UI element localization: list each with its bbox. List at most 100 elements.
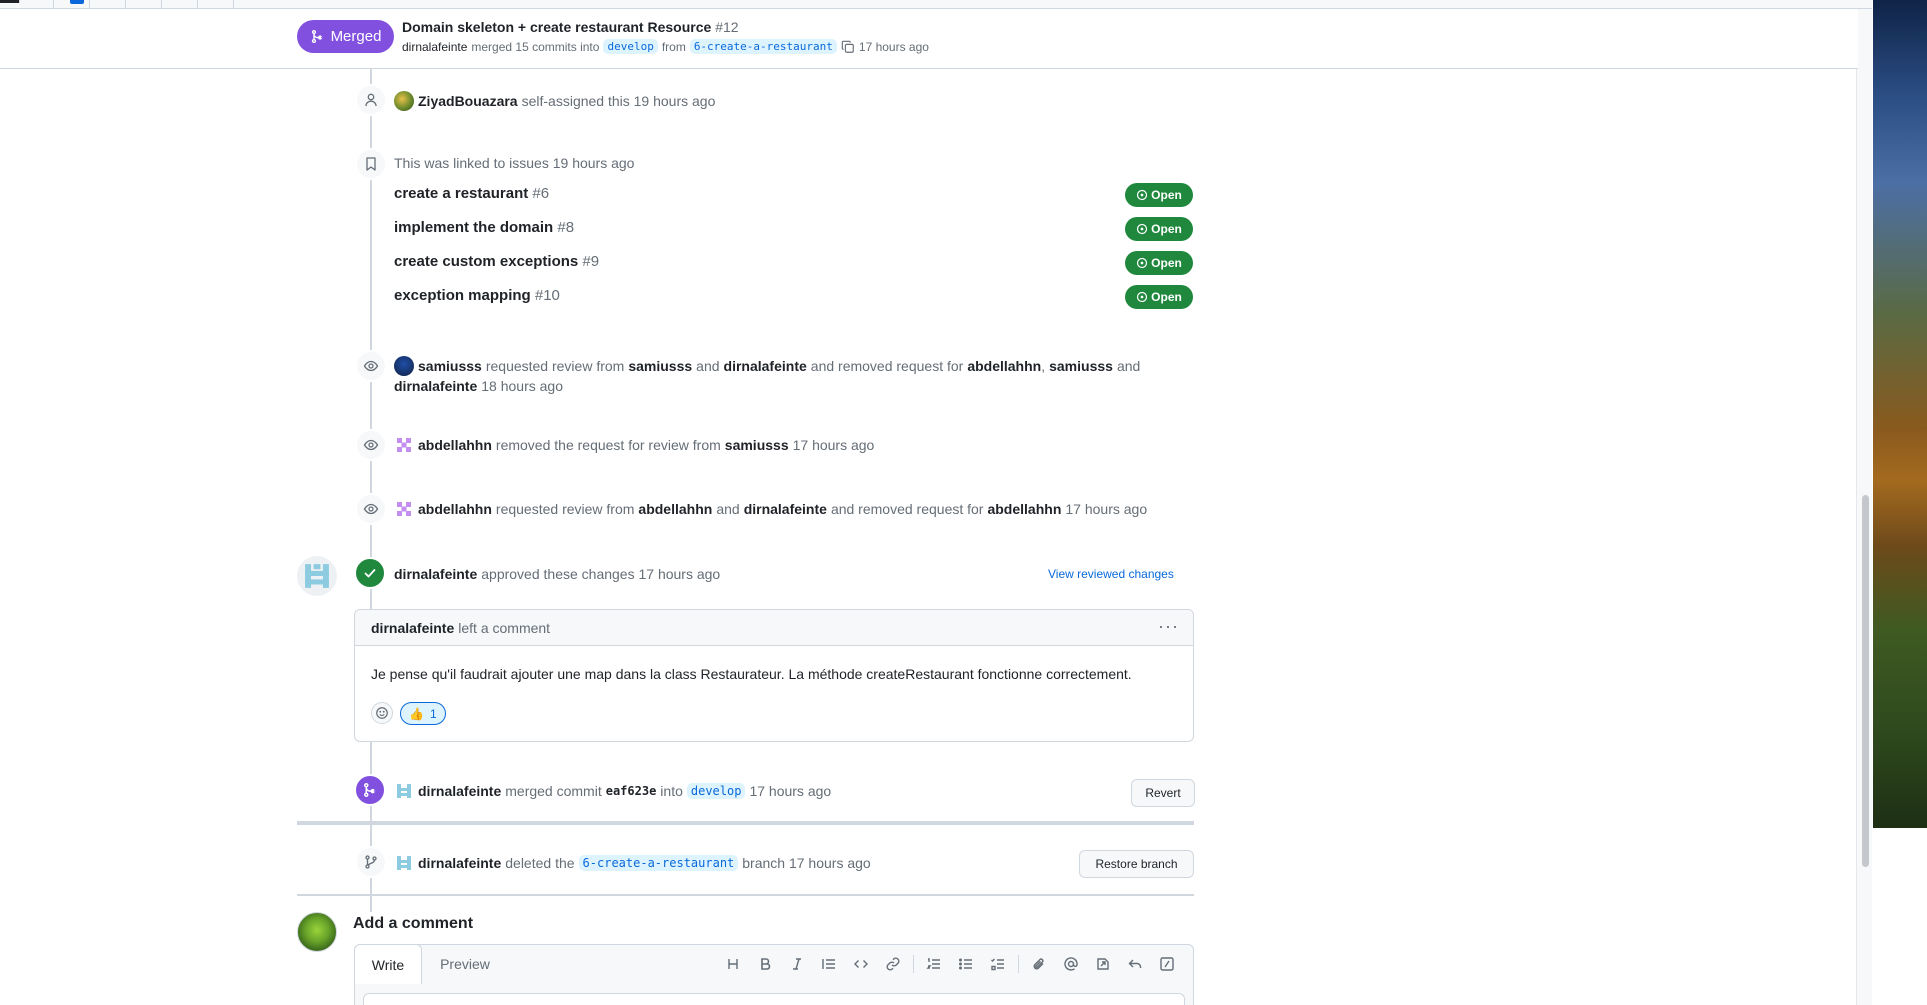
copy-icon[interactable] — [841, 40, 855, 54]
slash-command-icon[interactable] — [1151, 954, 1183, 974]
task-list-icon[interactable] — [982, 954, 1014, 974]
italic-icon[interactable] — [781, 954, 813, 974]
issue-open-icon — [1137, 189, 1148, 201]
user-link[interactable]: dirnalafeinte — [724, 358, 807, 374]
browser-tab-active[interactable] — [60, 0, 90, 8]
avatar[interactable] — [297, 912, 337, 952]
browser-tab[interactable] — [96, 0, 126, 8]
bold-icon[interactable] — [749, 954, 781, 974]
user-link[interactable]: samiusss — [628, 358, 692, 374]
heading-icon[interactable] — [717, 954, 749, 974]
merged-status-label: Merged — [330, 28, 382, 45]
avatar[interactable] — [394, 435, 414, 455]
restore-branch-button[interactable]: Restore branch — [1079, 850, 1194, 878]
event-review-request: abdellahhn requested review from abdella… — [394, 499, 1147, 519]
browser-tab[interactable] — [168, 0, 198, 8]
revert-button[interactable]: Revert — [1131, 779, 1195, 807]
git-merge-icon — [311, 29, 322, 44]
quote-icon[interactable] — [813, 954, 845, 974]
issue-title[interactable]: implement the domain — [394, 219, 553, 236]
pr-title-text: Domain skeleton + create restaurant Reso… — [402, 19, 712, 35]
commit-sha-link[interactable]: eaf623e — [606, 784, 657, 798]
avatar[interactable] — [394, 853, 414, 873]
pr-author-link[interactable]: dirnalafeinte — [402, 40, 467, 54]
ordered-list-icon[interactable] — [918, 954, 950, 974]
linked-issue[interactable]: implement the domain #8 — [394, 219, 574, 236]
eye-icon-badge — [355, 350, 387, 382]
issue-title[interactable]: create a restaurant — [394, 185, 528, 202]
scrollbar-thumb[interactable] — [1862, 495, 1869, 867]
bookmark-icon — [366, 157, 376, 171]
event-text: and — [696, 358, 720, 374]
actor-link[interactable]: dirnalafeinte — [371, 620, 454, 636]
user-link[interactable]: samiusss — [1049, 358, 1113, 374]
code-icon[interactable] — [845, 954, 877, 974]
user-link[interactable]: samiusss — [725, 437, 789, 453]
event-text: branch 17 hours ago — [742, 855, 871, 871]
issue-title[interactable]: create custom exceptions — [394, 253, 578, 270]
head-branch-label[interactable]: 6-create-a-restaurant — [689, 39, 837, 54]
base-branch-label[interactable]: develop — [603, 39, 658, 54]
browser-tab[interactable] — [204, 0, 234, 8]
pr-title[interactable]: Domain skeleton + create restaurant Reso… — [402, 19, 739, 35]
linked-issue[interactable]: create custom exceptions #9 — [394, 253, 599, 270]
avatar[interactable] — [394, 91, 414, 111]
branch-label[interactable]: develop — [686, 783, 746, 799]
timeline-divider — [297, 894, 1194, 896]
window-edge — [0, 0, 20, 3]
user-link[interactable]: dirnalafeinte — [394, 378, 477, 394]
unordered-list-icon[interactable] — [950, 954, 982, 974]
event-self-assigned: ZiyadBouazara self-assigned this 19 hour… — [394, 91, 715, 111]
check-icon-badge — [354, 557, 386, 589]
eye-icon-badge — [355, 429, 387, 461]
actor-link[interactable]: ZiyadBouazara — [418, 93, 518, 109]
link-icon[interactable] — [877, 954, 909, 974]
actor-link[interactable]: dirnalafeinte — [418, 783, 501, 799]
event-time: 17 hours ago — [749, 783, 832, 799]
mention-icon[interactable] — [1055, 954, 1087, 974]
actor-link[interactable]: dirnalafeinte — [418, 855, 501, 871]
user-link[interactable]: abdellahhn — [967, 358, 1041, 374]
issue-number: #8 — [557, 219, 575, 236]
actor-link[interactable]: abdellahhn — [418, 437, 492, 453]
pr-number: #12 — [715, 19, 739, 35]
issue-open-icon — [1137, 257, 1148, 269]
avatar[interactable] — [394, 781, 414, 801]
attach-icon[interactable] — [1023, 954, 1055, 974]
event-text: and removed request for — [830, 501, 984, 517]
actor-link[interactable]: abdellahhn — [418, 501, 492, 517]
add-reaction-button[interactable] — [371, 702, 393, 724]
tab-write[interactable]: Write — [354, 944, 422, 984]
browser-tab[interactable] — [24, 0, 54, 8]
thumbs-up-reaction[interactable]: 👍 1 — [400, 702, 446, 725]
merged-status-badge: Merged — [297, 20, 394, 53]
event-linked-issues: This was linked to issues 19 hours ago — [394, 155, 634, 171]
reply-icon[interactable] — [1119, 954, 1151, 974]
actor-link[interactable]: samiusss — [418, 358, 482, 374]
reviewer-avatar[interactable] — [297, 556, 337, 596]
event-review-removed: abdellahhn removed the request for revie… — [394, 435, 874, 455]
user-link[interactable]: abdellahhn — [638, 501, 712, 517]
kebab-menu-icon[interactable]: ··· — [1158, 617, 1179, 635]
reference-icon[interactable] — [1087, 954, 1119, 974]
avatar[interactable] — [394, 356, 414, 376]
git-branch-icon — [365, 855, 377, 869]
browser-tab[interactable] — [132, 0, 162, 8]
user-link[interactable]: abdellahhn — [987, 501, 1061, 517]
user-link[interactable]: dirnalafeinte — [744, 501, 827, 517]
avatar[interactable] — [394, 499, 414, 519]
event-review-request-cont: dirnalafeinte 18 hours ago — [394, 378, 563, 394]
markdown-toolbar — [717, 954, 1183, 974]
issue-title[interactable]: exception mapping — [394, 287, 531, 304]
comment-textarea[interactable] — [363, 993, 1185, 1005]
eye-icon — [363, 360, 379, 372]
git-merge-icon-badge — [354, 774, 386, 806]
actor-link[interactable]: dirnalafeinte — [394, 566, 477, 582]
tab-preview[interactable]: Preview — [425, 945, 505, 983]
linked-issue[interactable]: create a restaurant #6 — [394, 185, 549, 202]
issue-open-icon — [1137, 223, 1148, 235]
event-text: approved these changes 17 hours ago — [481, 566, 721, 582]
git-branch-icon-badge — [355, 846, 387, 878]
linked-issue[interactable]: exception mapping #10 — [394, 287, 560, 304]
view-reviewed-changes-link[interactable]: View reviewed changes — [1048, 567, 1174, 581]
